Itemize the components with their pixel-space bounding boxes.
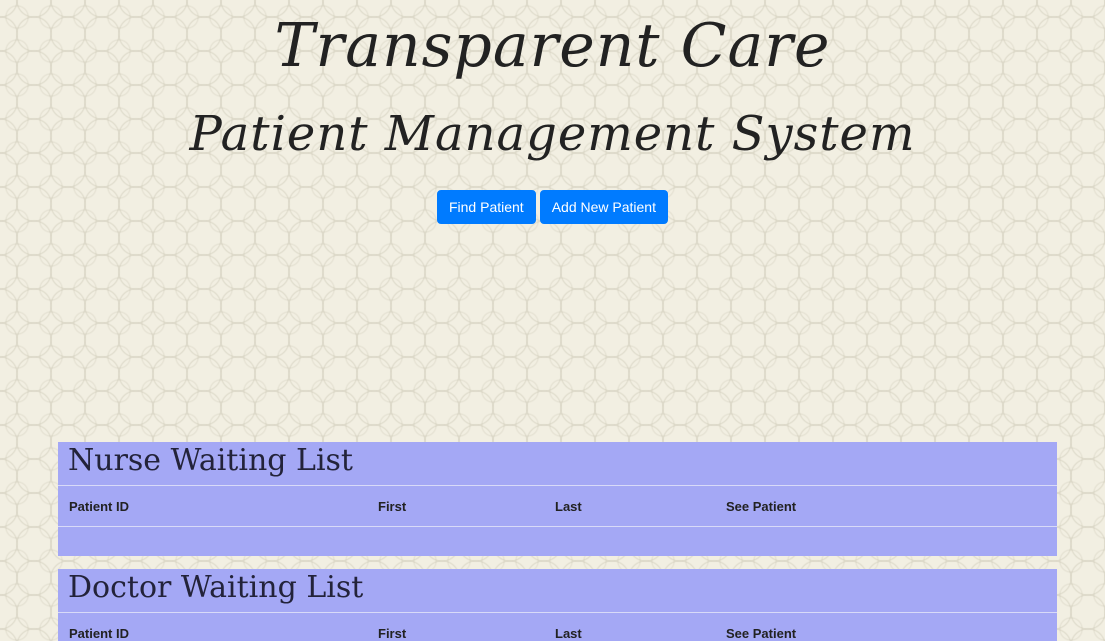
app-subtitle: Patient Management System [189, 106, 916, 162]
nurse-waiting-list: Nurse Waiting List Patient ID First Last… [58, 442, 1057, 556]
column-header-patient-id: Patient ID [58, 486, 367, 527]
column-header-first: First [367, 613, 544, 641]
empty-table-row [58, 527, 1057, 556]
nurse-waiting-list-title: Nurse Waiting List [58, 442, 1057, 486]
column-header-see-patient: See Patient [715, 613, 1057, 641]
doctor-waiting-list-title: Doctor Waiting List [58, 569, 1057, 613]
doctor-waiting-table: Patient ID First Last See Patient [58, 613, 1057, 641]
column-header-see-patient: See Patient [715, 486, 1057, 527]
page-header: Transparent Care Patient Management Syst… [0, 0, 1105, 170]
app-title: Transparent Care [274, 11, 831, 81]
column-header-last: Last [544, 613, 715, 641]
column-header-last: Last [544, 486, 715, 527]
find-patient-button[interactable]: Find Patient [436, 190, 536, 224]
table-header-row: Patient ID First Last See Patient [58, 486, 1057, 527]
table-header-row: Patient ID First Last See Patient [58, 613, 1057, 641]
nurse-waiting-table: Patient ID First Last See Patient [58, 486, 1057, 555]
column-header-first: First [367, 486, 544, 527]
add-new-patient-button[interactable]: Add New Patient [539, 190, 668, 224]
action-bar: Find Patient Add New Patient [0, 190, 1105, 224]
column-header-patient-id: Patient ID [58, 613, 367, 641]
doctor-waiting-list: Doctor Waiting List Patient ID First Las… [58, 569, 1057, 641]
